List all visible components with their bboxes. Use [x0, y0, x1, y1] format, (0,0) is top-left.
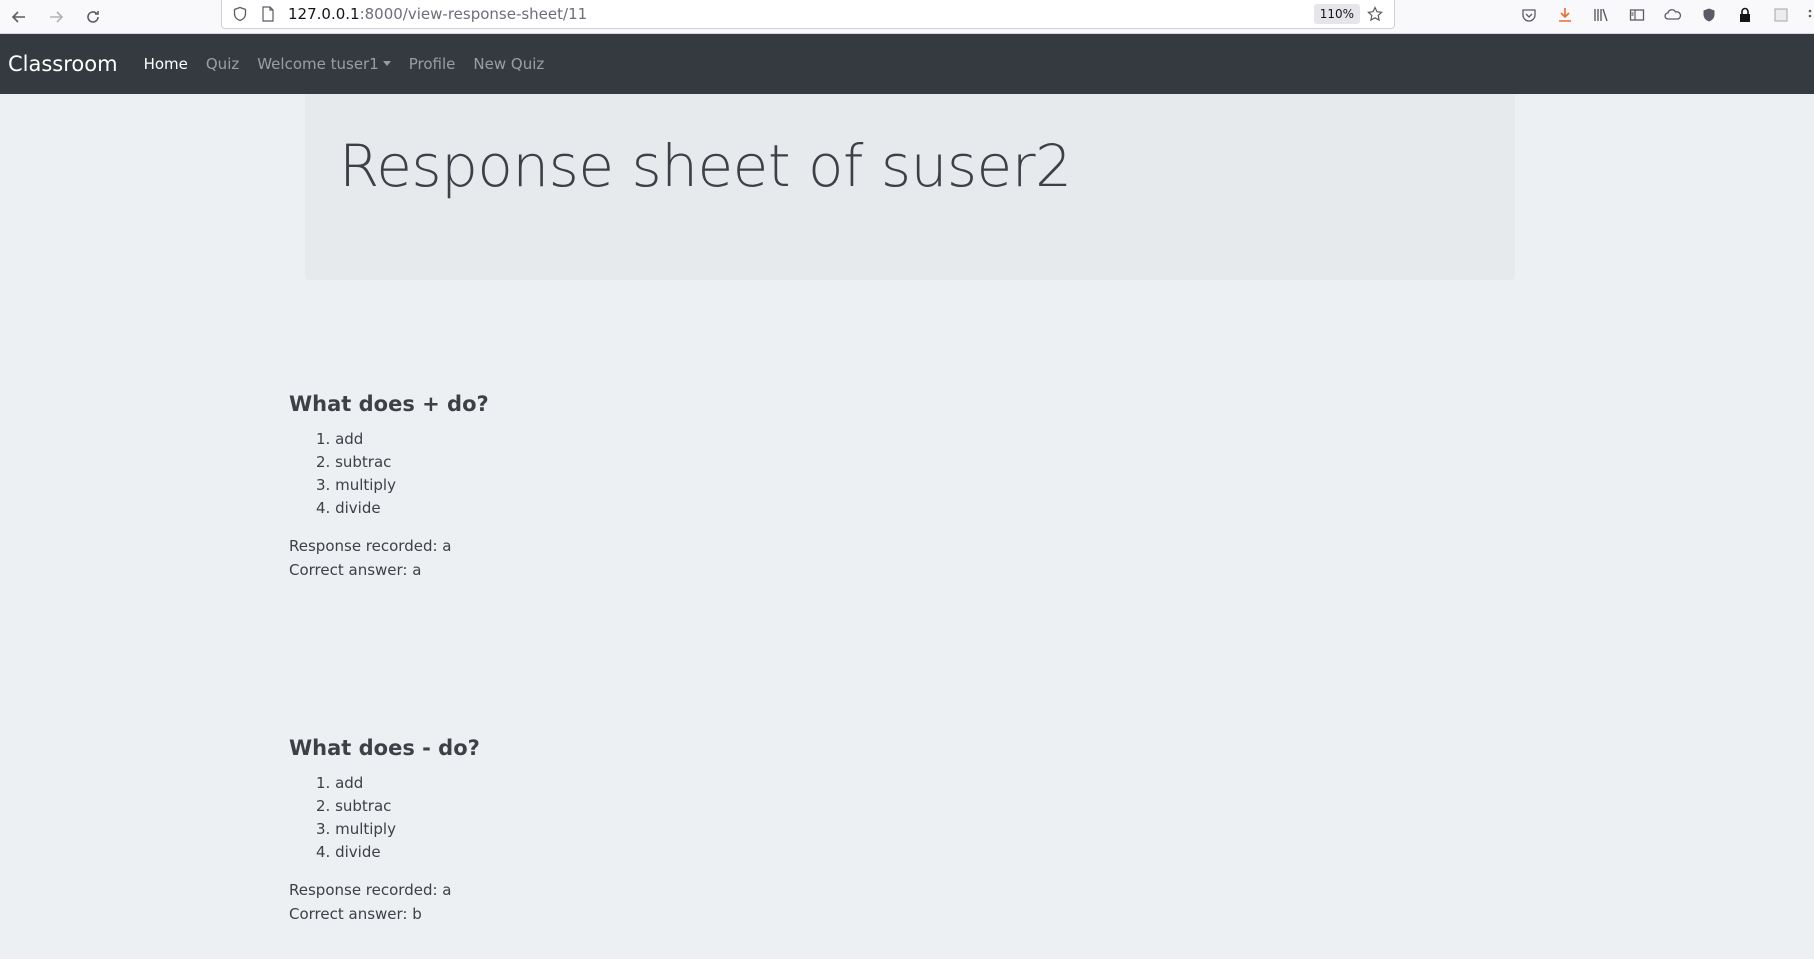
option-item: 1. add: [316, 430, 364, 448]
reload-icon[interactable]: [81, 5, 105, 29]
back-icon[interactable]: [7, 5, 31, 29]
sidebar-icon[interactable]: [1626, 4, 1648, 26]
nav-new-quiz[interactable]: New Quiz: [473, 55, 544, 73]
option-item: 3. multiply: [316, 820, 396, 838]
nav-user-label: Welcome tuser1: [257, 55, 379, 73]
shield-icon[interactable]: [230, 4, 250, 24]
page-title: Response sheet of suser2: [339, 132, 1072, 200]
bookmark-star-icon[interactable]: [1364, 3, 1386, 25]
response-recorded: Response recorded: a: [289, 881, 452, 899]
nav-quiz[interactable]: Quiz: [206, 55, 239, 73]
page-icon[interactable]: [258, 4, 278, 24]
url-path: :8000/view-response-sheet/11: [359, 5, 588, 23]
forward-icon[interactable]: [44, 5, 68, 29]
options-list: 1. add 2. subtrac 3. multiply 4. divide: [316, 772, 480, 864]
nav-profile[interactable]: Profile: [409, 55, 456, 73]
browser-toolbar: 127.0.0.1:8000/view-response-sheet/11 11…: [0, 0, 1814, 34]
extension-shield-icon[interactable]: [1698, 4, 1720, 26]
option-item: 4. divide: [316, 843, 381, 861]
sync-cloud-icon[interactable]: [1662, 4, 1684, 26]
caret-down-icon: [382, 61, 391, 66]
option-item: 1. add: [316, 774, 364, 792]
options-list: 1. add 2. subtrac 3. multiply 4. divide: [316, 428, 489, 520]
question-title: What does + do?: [289, 392, 489, 416]
url-host: 127.0.0.1: [288, 5, 360, 23]
browser-toolbar-icons: [1511, 0, 1814, 29]
option-item: 2. subtrac: [316, 453, 392, 471]
correct-answer: Correct answer: b: [289, 905, 422, 923]
page-header: Response sheet of suser2: [305, 94, 1515, 280]
download-icon[interactable]: [1554, 4, 1576, 26]
extension-icon[interactable]: [1770, 4, 1792, 26]
zoom-level[interactable]: 110%: [1313, 4, 1360, 24]
correct-answer: Correct answer: a: [289, 561, 422, 579]
nav-home[interactable]: Home: [144, 55, 188, 73]
url-bar[interactable]: 127.0.0.1:8000/view-response-sheet/11 11…: [221, 0, 1395, 29]
nav-user-dropdown[interactable]: Welcome tuser1: [257, 55, 391, 73]
question-title: What does - do?: [289, 736, 480, 760]
option-item: 4. divide: [316, 499, 381, 517]
app-navbar: Classroom Home Quiz Welcome tuser1 Profi…: [0, 34, 1814, 94]
brand-logo[interactable]: Classroom: [8, 52, 118, 76]
response-recorded: Response recorded: a: [289, 537, 452, 555]
option-item: 3. multiply: [316, 476, 396, 494]
question-card: What does - do? 1. add 2. subtrac 3. mul…: [289, 736, 480, 926]
pocket-icon[interactable]: [1518, 4, 1540, 26]
option-item: 2. subtrac: [316, 797, 392, 815]
lock-extension-icon[interactable]: [1734, 4, 1756, 26]
url-text[interactable]: 127.0.0.1:8000/view-response-sheet/11: [288, 5, 587, 23]
question-card: What does + do? 1. add 2. subtrac 3. mul…: [289, 392, 489, 582]
library-icon[interactable]: [1590, 4, 1612, 26]
menu-overflow-icon[interactable]: [1806, 4, 1814, 26]
